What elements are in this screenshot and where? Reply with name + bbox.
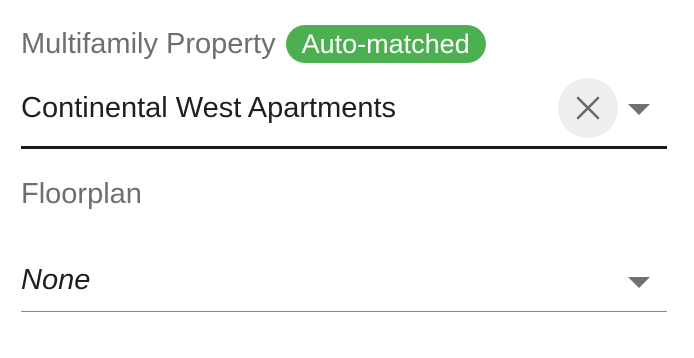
floorplan-field-label: Floorplan (21, 178, 142, 210)
floorplan-select-value: None (21, 264, 91, 296)
floorplan-select-underline (21, 311, 667, 312)
property-form: Multifamily Property Auto-matched Contin… (0, 0, 694, 358)
floorplan-select[interactable]: None (21, 250, 667, 314)
property-select-underline (21, 146, 667, 149)
property-select[interactable]: Continental West Apartments (21, 78, 667, 150)
property-label-row: Multifamily Property Auto-matched (21, 25, 486, 63)
caret-down-icon[interactable] (628, 104, 650, 115)
caret-down-icon[interactable] (628, 277, 650, 288)
property-select-value: Continental West Apartments (21, 92, 397, 124)
property-field-label: Multifamily Property (21, 27, 276, 60)
close-icon (576, 96, 600, 120)
auto-matched-badge: Auto-matched (285, 25, 486, 63)
clear-button[interactable] (558, 78, 618, 138)
